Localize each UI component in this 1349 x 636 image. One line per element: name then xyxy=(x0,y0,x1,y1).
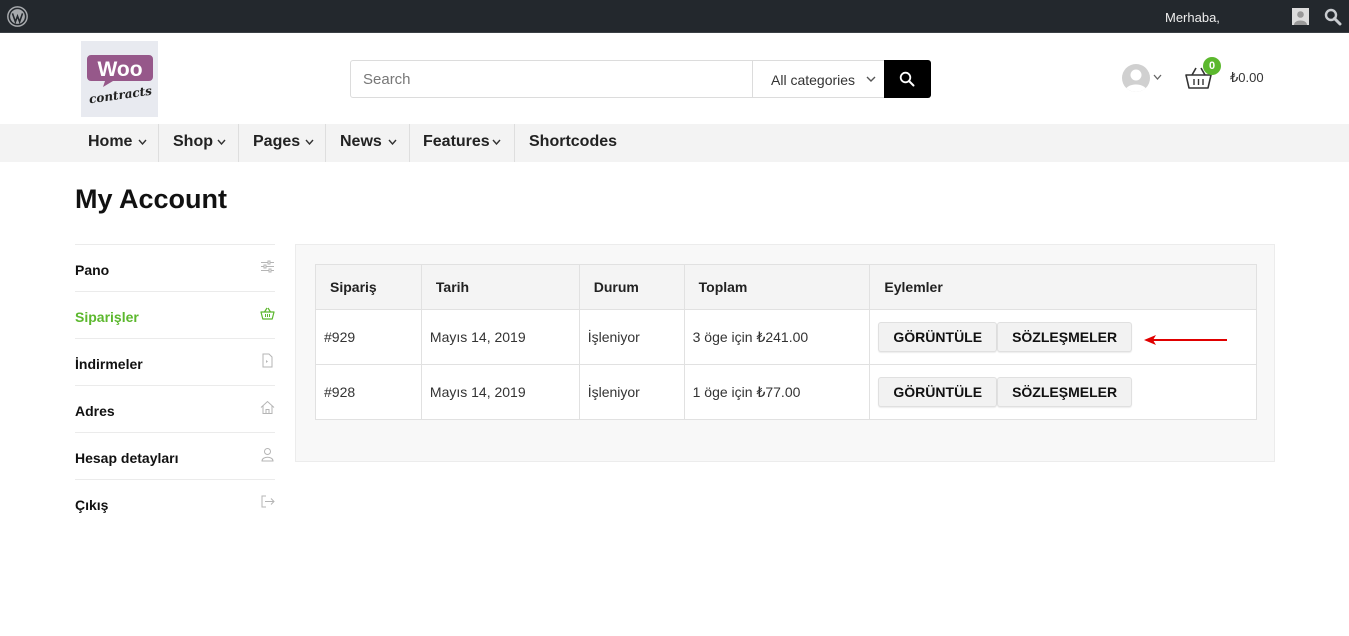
wordpress-logo-icon[interactable] xyxy=(7,6,28,27)
order-date: Mayıs 14, 2019 xyxy=(420,309,580,365)
cart-total[interactable]: ₺0.00 xyxy=(1230,70,1264,86)
page-title: My Account xyxy=(75,184,228,214)
annotation-arrow-icon xyxy=(1144,335,1227,345)
logout-icon xyxy=(261,495,275,508)
order-date: Mayıs 14, 2019 xyxy=(420,364,580,420)
nav-item-features[interactable]: Features xyxy=(423,124,490,162)
search-button[interactable] xyxy=(884,60,931,98)
order-total: 3 öge için ₺241.00 xyxy=(683,309,871,365)
chevron-down-icon xyxy=(492,139,501,145)
sidebar-item-label: Çıkış xyxy=(75,497,109,513)
sidebar-item-downloads[interactable]: İndirmeler xyxy=(75,338,275,385)
account-navigation: Pano Siparişler İndirmeler Adres Hesap d… xyxy=(75,244,275,526)
order-status: İşleniyor xyxy=(578,309,685,365)
sidebar-item-logout[interactable]: Çıkış xyxy=(75,479,275,526)
order-status: İşleniyor xyxy=(578,364,685,420)
chevron-down-icon[interactable] xyxy=(1153,74,1162,80)
column-header-status[interactable]: Durum xyxy=(578,264,685,310)
search-icon xyxy=(899,71,915,87)
search-bar: All categories xyxy=(350,60,931,98)
sidebar-item-label: Pano xyxy=(75,262,110,278)
sidebar-item-label: İndirmeler xyxy=(75,356,143,372)
orders-table: Sipariş Tarih Durum Toplam Eylemler #929… xyxy=(315,264,1257,420)
column-header-order[interactable]: Sipariş xyxy=(315,264,422,310)
file-download-icon xyxy=(262,353,273,368)
sidebar-item-label: Hesap detayları xyxy=(75,450,179,466)
order-actions: GÖRÜNTÜLE SÖZLEŞMELER xyxy=(869,364,1257,420)
admin-bar: Merhaba, xyxy=(0,0,1349,33)
chevron-down-icon xyxy=(217,139,226,145)
user-icon xyxy=(261,448,274,462)
logo-subtitle: contracts xyxy=(88,84,153,107)
basket-icon xyxy=(260,307,275,320)
chevron-down-icon xyxy=(138,139,147,145)
search-input[interactable] xyxy=(351,61,752,97)
table-row: #929 Mayıs 14, 2019 İşleniyor 3 öge için… xyxy=(315,309,1257,365)
sidebar-item-label: Siparişler xyxy=(75,309,139,325)
sidebar-item-orders[interactable]: Siparişler xyxy=(75,291,275,338)
nav-item-shortcodes[interactable]: Shortcodes xyxy=(529,124,617,162)
admin-greeting[interactable]: Merhaba, xyxy=(1165,10,1220,25)
nav-item-shop[interactable]: Shop xyxy=(173,124,213,162)
site-logo[interactable]: Woo contracts xyxy=(81,41,158,117)
column-header-actions: Eylemler xyxy=(869,264,1257,310)
table-header-row: Sipariş Tarih Durum Toplam Eylemler xyxy=(315,264,1257,310)
view-order-button[interactable]: GÖRÜNTÜLE xyxy=(878,377,998,407)
sliders-icon xyxy=(261,260,274,273)
column-header-date[interactable]: Tarih xyxy=(420,264,580,310)
chevron-down-icon xyxy=(388,139,397,145)
order-number-link[interactable]: #928 xyxy=(315,364,422,420)
logo-wordmark: Woo xyxy=(97,58,142,81)
category-select-value: All categories xyxy=(771,72,856,88)
table-row: #928 Mayıs 14, 2019 İşleniyor 1 öge için… xyxy=(315,364,1257,420)
chevron-down-icon xyxy=(305,139,314,145)
cart-count-badge: 0 xyxy=(1203,57,1221,75)
nav-item-pages[interactable]: Pages xyxy=(253,124,300,162)
nav-item-home[interactable]: Home xyxy=(88,124,132,162)
sidebar-item-dashboard[interactable]: Pano xyxy=(75,244,275,291)
chevron-down-icon xyxy=(866,76,876,82)
contracts-button[interactable]: SÖZLEŞMELER xyxy=(997,377,1133,407)
sidebar-item-address[interactable]: Adres xyxy=(75,385,275,432)
main-nav: Home Shop Pages News Features Shortcodes xyxy=(0,124,1349,162)
orders-panel: Sipariş Tarih Durum Toplam Eylemler #929… xyxy=(295,244,1275,462)
sidebar-item-account-details[interactable]: Hesap detayları xyxy=(75,432,275,479)
contracts-button[interactable]: SÖZLEŞMELER xyxy=(997,322,1133,352)
order-number-link[interactable]: #929 xyxy=(315,309,422,365)
column-header-total[interactable]: Toplam xyxy=(683,264,871,310)
view-order-button[interactable]: GÖRÜNTÜLE xyxy=(878,322,998,352)
admin-search-icon[interactable] xyxy=(1324,8,1342,26)
home-icon xyxy=(260,400,275,414)
sidebar-item-label: Adres xyxy=(75,403,115,419)
order-total: 1 öge için ₺77.00 xyxy=(683,364,871,420)
user-avatar[interactable] xyxy=(1122,64,1150,92)
nav-item-news[interactable]: News xyxy=(340,124,382,162)
admin-avatar[interactable] xyxy=(1292,8,1309,25)
